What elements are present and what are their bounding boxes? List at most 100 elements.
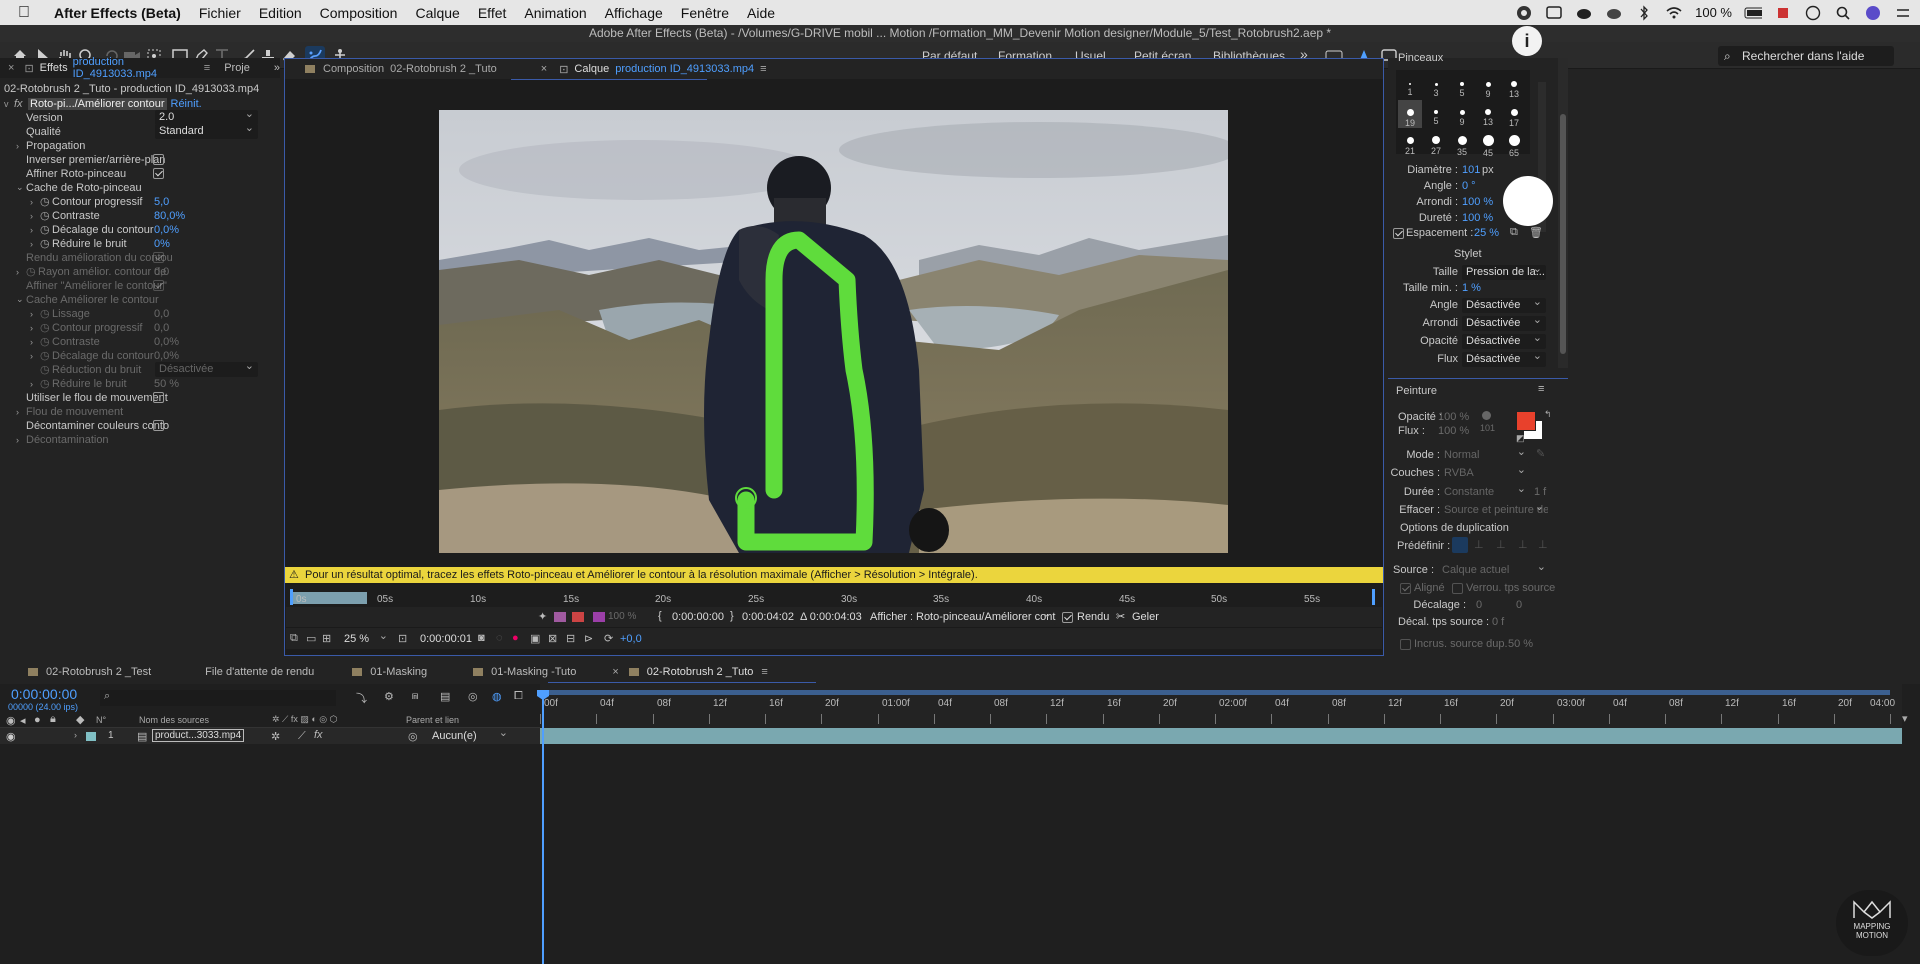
toggle-bg-icon[interactable] (572, 612, 584, 622)
min-size-value[interactable]: 1 % (1462, 282, 1481, 294)
collapse-switch-icon[interactable]: ✲ (271, 730, 280, 743)
expand-layer-icon[interactable]: › (74, 730, 77, 740)
toggle-fg-icon[interactable] (554, 612, 566, 622)
alpha-icon[interactable] (593, 612, 605, 622)
menu-composition[interactable]: Composition (320, 5, 398, 21)
layer-name[interactable]: product...3033.mp4 (152, 729, 245, 742)
timeline-ruler[interactable]: 00f 04f 08f 12f 16f 20f 01:00f 04f 08f 12f 16f 20f 0… (540, 684, 1902, 728)
channel-icon[interactable]: ● (512, 632, 519, 644)
hardness-value[interactable]: 100 % (1462, 212, 1493, 224)
brush-tip[interactable]: 35 (1450, 128, 1474, 157)
decontaminate-checkbox[interactable] (153, 420, 164, 431)
close-tab-icon[interactable]: × (541, 63, 547, 75)
lock-icon[interactable]: ⊡ (559, 63, 568, 76)
brush-tip-icon[interactable] (1482, 411, 1491, 420)
timeline-tab-render-queue[interactable]: File d'attente de rendu (205, 666, 314, 678)
out-point-marker[interactable] (1372, 589, 1375, 605)
eye-icon[interactable]: ◉ (6, 730, 16, 743)
timeline-search-input[interactable]: ⌕ (100, 690, 336, 706)
solo-switch-icon[interactable]: ● (34, 714, 41, 726)
menu-fichier[interactable]: Fichier (199, 5, 241, 21)
brush-tips-grid[interactable]: 1 3 5 9 13 19 5 9 13 17 21 27 35 45 65 (1396, 70, 1530, 158)
brush-tip[interactable]: 5 (1450, 72, 1474, 98)
panel-menu-icon[interactable]: ≡ (204, 62, 210, 74)
effect-collapse-icon[interactable]: v (4, 99, 14, 109)
snapshot-icon[interactable]: ◙ (478, 632, 485, 644)
duration-dropdown[interactable]: Constante (1440, 485, 1530, 500)
wifi-icon[interactable] (1665, 5, 1683, 21)
current-time[interactable]: 0:00:00:01 (420, 633, 472, 645)
offset-x[interactable]: 0 (1476, 599, 1482, 611)
timecode-in[interactable]: 0:00:00:00 (672, 611, 724, 623)
help-search-input[interactable]: ⌕ Rechercher dans l'aide (1718, 46, 1894, 66)
effect-name[interactable]: Roto-pi.../Améliorer contour (28, 97, 167, 110)
fast-preview-icon[interactable]: ⊳ (584, 632, 593, 645)
paint-opacity-value[interactable]: 100 % (1438, 411, 1469, 423)
comp-mini-flowchart-icon[interactable]: ⤵ (356, 690, 367, 706)
effects-tab[interactable]: Effets (40, 62, 68, 74)
layer-duration-bar[interactable] (540, 728, 1902, 744)
battery-icon[interactable] (1744, 5, 1762, 21)
menu-effet[interactable]: Effet (478, 5, 507, 21)
timeline-tab-masking[interactable]: 01-Masking (370, 666, 427, 678)
cast-icon[interactable] (1545, 5, 1563, 21)
freeze-button[interactable]: Geler (1132, 611, 1159, 623)
clone-overlay-value[interactable]: 50 % (1508, 638, 1533, 650)
brush-tip[interactable]: 21 (1398, 128, 1422, 156)
comp-tab-prefix[interactable]: Composition (323, 63, 384, 75)
angle-value[interactable]: 0 ° (1462, 180, 1476, 192)
footage-image[interactable] (439, 110, 1228, 553)
region-icon[interactable]: ⊡ (398, 632, 407, 645)
time-offset-value[interactable]: 0 f (1492, 616, 1504, 628)
brushes-panel-scrollbar[interactable] (1558, 58, 1568, 368)
clock-icon[interactable] (1804, 5, 1822, 21)
erase-dropdown[interactable]: Source et peinture de... (1440, 503, 1548, 518)
opacity2-dropdown[interactable]: Désactivée (1462, 334, 1546, 349)
mode-dropdown[interactable]: Normal (1440, 448, 1530, 463)
brush-tip[interactable]: 27 (1424, 128, 1448, 156)
monitor-icon[interactable]: ▭ (306, 632, 316, 645)
brush-tip[interactable]: 17 (1502, 100, 1526, 128)
spacing-checkbox[interactable] (1393, 228, 1404, 239)
round2-dropdown[interactable]: Désactivée (1462, 316, 1546, 331)
close-tab-icon[interactable]: × (8, 62, 14, 74)
clone-preset-5-icon[interactable]: ⊥ (1538, 538, 1548, 551)
clone-preset-2-icon[interactable]: ⊥ (1474, 538, 1484, 551)
menu-affichage[interactable]: Affichage (605, 5, 663, 21)
bluetooth-icon[interactable] (1635, 4, 1653, 21)
show-snapshot-icon[interactable]: ◌ (496, 632, 503, 644)
draft-3d-icon[interactable]: ⚙ (384, 690, 394, 703)
app-menu[interactable]: After Effects (Beta) (54, 5, 181, 21)
motion-blur-checkbox[interactable] (153, 392, 164, 403)
record-icon[interactable] (1515, 5, 1533, 21)
roundness-value[interactable]: 100 % (1462, 196, 1493, 208)
panel-menu-icon[interactable]: ≡ (1538, 383, 1544, 395)
brush-tip[interactable]: 9 (1450, 100, 1474, 127)
shy-icon[interactable]: ⩎ (412, 690, 418, 703)
aligned-checkbox[interactable] (1400, 583, 1411, 594)
menu-calque[interactable]: Calque (415, 5, 459, 21)
timeline-tab-masking-tuto[interactable]: 01-Masking -Tuto (491, 666, 576, 678)
spotlight-icon[interactable] (1834, 5, 1852, 21)
menu-fenetre[interactable]: Fenêtre (681, 5, 729, 21)
timecode-out[interactable]: 0:00:04:02 (742, 611, 794, 623)
eyedropper-icon[interactable]: ✎ (1536, 447, 1545, 460)
parent-dropdown[interactable]: Aucun(e) (428, 729, 512, 744)
motion-blur-icon[interactable]: ◎ (468, 690, 478, 703)
source-dropdown[interactable]: Calque actuel (1438, 563, 1550, 578)
panel-menu-icon[interactable]: ≡ (760, 63, 766, 75)
timeline-current-time[interactable]: 0:00:00:00 (11, 686, 77, 702)
label-icon[interactable]: ◆ (76, 713, 84, 726)
overlay-opacity[interactable]: 100 % (608, 611, 636, 622)
brush-tip[interactable]: 9 (1476, 72, 1500, 99)
playhead[interactable] (542, 694, 544, 964)
frame-blend-icon[interactable]: ▤ (440, 690, 450, 703)
decontamination-group[interactable]: › Décontamination (16, 431, 109, 448)
menu-aide[interactable]: Aide (747, 5, 775, 21)
paint-flow-value[interactable]: 100 % (1438, 425, 1469, 437)
graph-editor-icon[interactable]: ◍ (492, 690, 502, 703)
fx-switch-icon[interactable]: fx (314, 729, 323, 741)
switches-header-icons[interactable]: ✲ ⟋ fx ▨ ◐ ◎ ⬡ (272, 714, 338, 725)
diameter-value[interactable]: 101 (1462, 164, 1480, 176)
camera-view-icon[interactable]: ⊟ (566, 632, 575, 645)
